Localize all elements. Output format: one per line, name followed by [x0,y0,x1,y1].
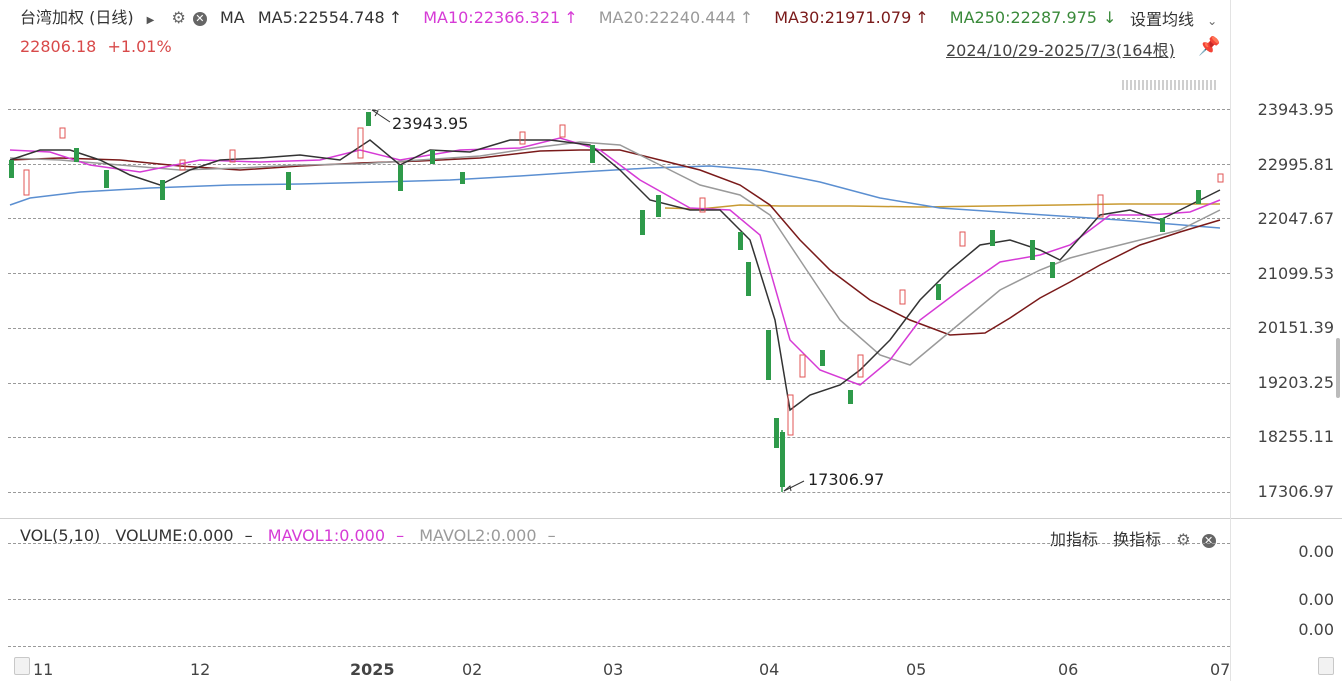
volume-grid-line [8,646,1230,647]
volume-controls: 加指标 换指标 ⚙ ✕ [1050,526,1216,550]
switch-indicator-button[interactable]: 换指标 [1113,530,1161,549]
low-pointer [783,480,805,492]
ma20-line [9,141,1221,366]
volume-y-label: 0.00 [1298,542,1334,561]
scroll-left-handle[interactable] [14,657,30,675]
low-annotation: 17306.97 [808,470,885,489]
x-axis-label: 07 [1210,660,1231,679]
high-pointer [371,109,391,123]
ma30-line [9,149,1221,336]
vertical-scrollbar[interactable] [1336,338,1340,398]
high-annotation: 23943.95 [392,114,469,133]
ma10-line [9,137,1221,386]
x-axis-label: 11 [33,660,54,679]
x-axis-label: 02 [462,660,483,679]
x-axis-label: 2025 [350,660,395,679]
volume-close-icon[interactable]: ✕ [1201,533,1216,548]
axis-separator [1230,0,1231,681]
blue-ma-line [9,165,1221,229]
ma5-line [9,139,1221,412]
add-indicator-button[interactable]: 加指标 [1050,530,1098,549]
volume-y-label: 0.00 [1298,590,1334,609]
volume-grid-line [8,543,1230,544]
x-axis-label: 05 [906,660,927,679]
volume-gear-icon[interactable]: ⚙ [1176,530,1190,549]
x-axis-label: 12 [190,660,211,679]
volume-y-label: 0.00 [1298,620,1334,639]
volume-grid-line [8,599,1230,600]
x-axis-label: 03 [603,660,624,679]
x-axis-label: 04 [759,660,780,679]
x-axis-label: 06 [1058,660,1079,679]
pane-separator[interactable] [0,518,1342,519]
price-chart[interactable] [0,0,1342,681]
scroll-right-handle[interactable] [1318,657,1334,675]
